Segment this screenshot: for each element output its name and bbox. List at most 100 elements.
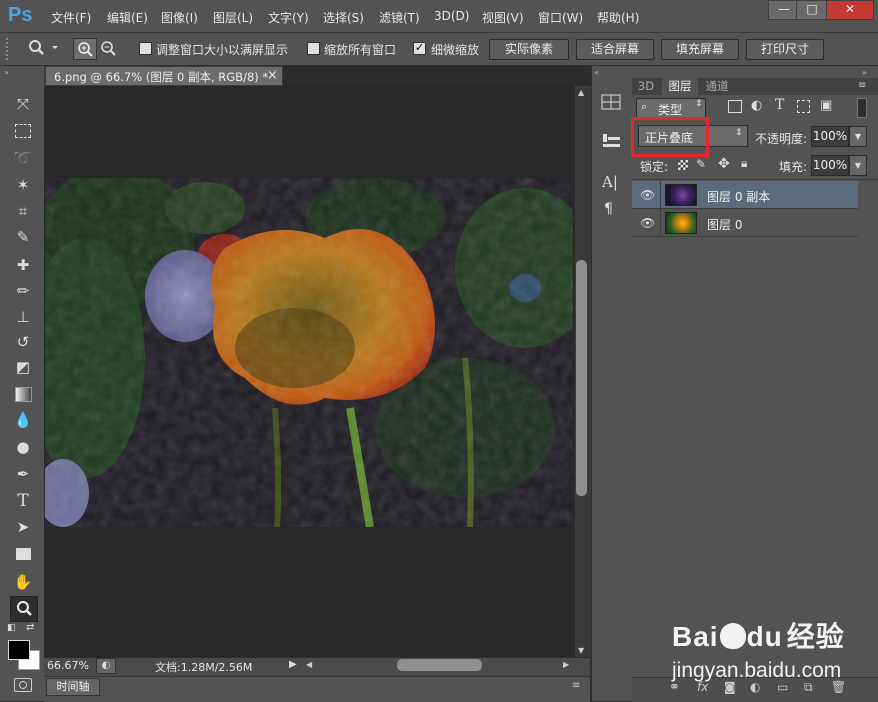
history-brush-tool-icon[interactable]: ↺	[10, 330, 36, 354]
adjustment-layer-filter-icon[interactable]: ◐	[751, 98, 762, 113]
scroll-down-arrow-icon[interactable]: ▼	[578, 646, 584, 655]
blur-tool-icon[interactable]: 💧	[10, 408, 36, 432]
menu-select[interactable]: 选择(S)	[323, 9, 364, 26]
lock-pixels-icon[interactable]: ✎	[696, 157, 706, 171]
gradient-tool-icon[interactable]	[10, 382, 36, 406]
zoom-level[interactable]: 66.67%	[47, 659, 89, 672]
close-window-button[interactable]: ✕	[826, 0, 874, 20]
vertical-scroll-thumb[interactable]	[576, 260, 587, 496]
opacity-dropdown-arrow-icon[interactable]: ▼	[849, 126, 867, 147]
menu-filter[interactable]: 滤镜(T)	[379, 9, 420, 26]
smart-object-filter-icon[interactable]: ▣	[820, 98, 832, 113]
tab-layers[interactable]: 图层	[662, 78, 698, 95]
history-panel-icon[interactable]	[600, 131, 622, 149]
document-status-icon[interactable]: ◐	[96, 658, 116, 674]
fill-label: 填充:	[779, 160, 808, 174]
lock-transparency-icon[interactable]	[678, 160, 688, 170]
eye-visibility-icon[interactable]: 👁︎	[640, 188, 656, 202]
collapse-tools-icon[interactable]: »	[4, 68, 9, 77]
menu-help[interactable]: 帮助(H)	[597, 9, 639, 26]
filter-toggle-switch[interactable]	[857, 98, 867, 118]
zoom-all-windows-label: 缩放所有窗口	[324, 43, 397, 57]
scroll-right-arrow-icon[interactable]: ▶	[563, 660, 569, 669]
panel-menu-icon[interactable]: ≡	[858, 80, 866, 91]
layer-name-copy[interactable]: 图层 0 副本	[707, 188, 770, 205]
highlight-box	[631, 117, 709, 157]
character-panel-icon[interactable]: A|	[602, 173, 618, 191]
pen-tool-icon[interactable]: ✒	[10, 462, 36, 486]
scroll-up-arrow-icon[interactable]: ▲	[578, 88, 584, 97]
foreground-color-swatch[interactable]	[8, 640, 30, 660]
eyedropper-tool-icon[interactable]: ✎	[10, 225, 36, 249]
status-menu-arrow-icon[interactable]: ▶	[289, 659, 297, 670]
collapse-panel-icon[interactable]: »	[862, 68, 867, 77]
brush-tool-icon[interactable]: ✏	[10, 279, 36, 303]
eraser-tool-icon[interactable]: ◩	[10, 355, 36, 379]
quick-mask-icon[interactable]	[14, 678, 32, 692]
menu-type[interactable]: 文字(Y)	[268, 9, 309, 26]
menu-image[interactable]: 图像(I)	[161, 9, 198, 26]
timeline-menu-icon[interactable]: ≡	[572, 680, 580, 691]
menu-layer[interactable]: 图层(L)	[213, 9, 253, 26]
type-tool-icon[interactable]: T	[10, 489, 36, 513]
crop-tool-icon[interactable]: ⌗	[10, 199, 36, 223]
pixel-layer-filter-icon[interactable]	[728, 100, 742, 113]
opacity-input[interactable]: 100%	[811, 126, 849, 147]
zoom-out-icon[interactable]	[97, 38, 119, 58]
tab-channels[interactable]: 通道	[702, 78, 732, 95]
dodge-tool-icon[interactable]: ●	[10, 435, 36, 459]
paw-icon	[719, 623, 746, 649]
scroll-left-arrow-icon[interactable]: ◀	[306, 660, 312, 669]
swap-colors-icon[interactable]: ⇄	[26, 622, 34, 633]
lasso-tool-icon[interactable]: ➰	[10, 146, 36, 170]
collapse-dock-icon[interactable]: «	[594, 68, 599, 77]
menu-file[interactable]: 文件(F)	[51, 9, 91, 26]
paragraph-panel-icon[interactable]: ¶	[604, 201, 613, 217]
zoom-tool-preset-icon[interactable]	[26, 38, 60, 58]
resize-windows-checkbox[interactable]	[139, 42, 152, 55]
zoom-in-icon[interactable]	[73, 38, 97, 60]
search-icon: ⌕	[641, 100, 648, 113]
type-layer-filter-icon[interactable]: T	[775, 97, 784, 113]
histogram-panel-icon[interactable]	[600, 93, 622, 111]
document-canvas[interactable]	[45, 178, 573, 527]
timeline-tab[interactable]: 时间轴	[46, 678, 100, 696]
eye-visibility-icon[interactable]: 👁︎	[640, 216, 656, 230]
filter-kind-select[interactable]: ⌕ 类型 ⇕	[636, 98, 706, 118]
lock-all-icon[interactable]: 🔒︎	[741, 156, 747, 171]
lock-position-icon[interactable]: ✥	[718, 156, 730, 172]
menu-window[interactable]: 窗口(W)	[538, 9, 583, 26]
menu-3d[interactable]: 3D(D)	[434, 9, 469, 23]
actual-pixels-button[interactable]: 实际像素	[489, 39, 569, 60]
shape-tool-icon[interactable]	[10, 542, 36, 566]
shape-layer-filter-icon[interactable]	[797, 100, 810, 113]
layer-thumbnail-base	[665, 212, 697, 234]
close-document-icon[interactable]: ×	[267, 68, 278, 83]
zoom-tool-icon[interactable]	[10, 596, 38, 622]
horizontal-scroll-thumb[interactable]	[397, 659, 482, 671]
fill-input[interactable]: 100%	[811, 155, 849, 176]
tab-3d[interactable]: 3D	[634, 78, 658, 95]
lock-label: 锁定:	[640, 160, 669, 174]
fill-screen-button[interactable]: 填充屏幕	[661, 39, 739, 60]
grip-handle[interactable]	[6, 38, 12, 60]
scrubby-zoom-checkbox[interactable]: ✓	[413, 42, 426, 55]
default-colors-icon[interactable]: ◧	[7, 623, 16, 633]
menu-view[interactable]: 视图(V)	[482, 9, 524, 26]
hand-tool-icon[interactable]: ✋	[10, 570, 36, 594]
document-tab[interactable]: 6.png @ 66.7% (图层 0 副本, RGB/8) *	[45, 66, 283, 86]
clone-stamp-tool-icon[interactable]: ⊥	[10, 305, 36, 329]
path-selection-tool-icon[interactable]: ➤	[10, 515, 36, 539]
fill-dropdown-arrow-icon[interactable]: ▼	[849, 155, 867, 176]
maximize-button[interactable]: □	[796, 0, 828, 20]
filter-kind-label: 类型	[658, 103, 683, 117]
layer-name-base[interactable]: 图层 0	[707, 216, 742, 233]
fit-screen-button[interactable]: 适合屏幕	[576, 39, 654, 60]
menu-edit[interactable]: 编辑(E)	[107, 9, 148, 26]
zoom-all-windows-checkbox[interactable]	[307, 42, 320, 55]
magic-wand-tool-icon[interactable]: ✶	[10, 173, 36, 197]
marquee-tool-icon[interactable]	[10, 119, 36, 143]
move-tool-icon[interactable]: ⤧	[10, 92, 36, 116]
print-size-button[interactable]: 打印尺寸	[746, 39, 824, 60]
healing-brush-tool-icon[interactable]: ✚	[10, 253, 36, 277]
